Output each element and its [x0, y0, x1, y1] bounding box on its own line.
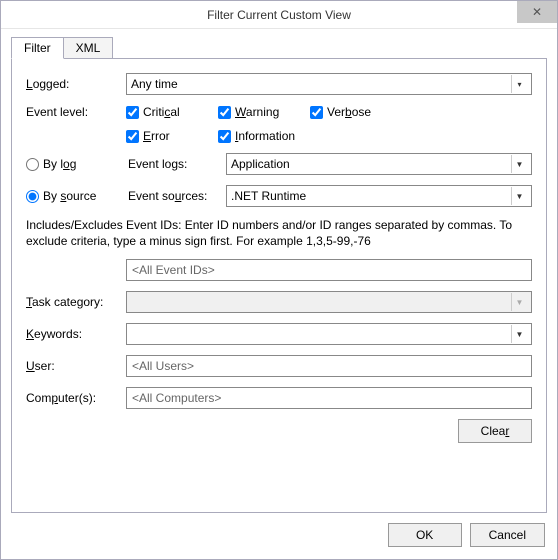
- event-ids-description: Includes/Excludes Event IDs: Enter ID nu…: [26, 217, 532, 249]
- computers-label: Computer(s):: [26, 391, 126, 405]
- event-logs-value: Application: [231, 157, 290, 171]
- by-source-radio[interactable]: [26, 190, 39, 203]
- logged-label: Logged:: [26, 77, 126, 91]
- critical-checkbox-wrap[interactable]: Critical: [126, 105, 204, 119]
- dialog-buttons: OK Cancel: [11, 513, 547, 549]
- information-checkbox[interactable]: [218, 130, 231, 143]
- window-title: Filter Current Custom View: [207, 8, 351, 22]
- error-checkbox-wrap[interactable]: Error: [126, 129, 204, 143]
- error-label: Error: [143, 129, 170, 143]
- verbose-label: Verbose: [327, 105, 371, 119]
- by-log-radio[interactable]: [26, 158, 39, 171]
- clear-button[interactable]: Clear: [458, 419, 532, 443]
- keywords-label: Keywords:: [26, 327, 126, 341]
- event-level-label: Event level:: [26, 105, 126, 119]
- critical-label: Critical: [143, 105, 180, 119]
- by-source-label: By source: [43, 189, 96, 203]
- information-checkbox-wrap[interactable]: Information: [218, 129, 296, 143]
- error-checkbox[interactable]: [126, 130, 139, 143]
- logged-value: Any time: [131, 77, 178, 91]
- tab-strip: Filter XML: [11, 37, 547, 59]
- event-sources-label: Event sources:: [126, 189, 226, 203]
- close-icon: ✕: [532, 5, 542, 19]
- chevron-down-icon: ▼: [511, 187, 527, 205]
- titlebar: Filter Current Custom View ✕: [1, 1, 557, 29]
- keywords-dropdown[interactable]: ▼: [126, 323, 532, 345]
- tab-xml[interactable]: XML: [63, 37, 114, 59]
- user-label: User:: [26, 359, 126, 373]
- warning-label: Warning: [235, 105, 279, 119]
- logged-dropdown[interactable]: Any time ▾: [126, 73, 532, 95]
- user-input[interactable]: [126, 355, 532, 377]
- event-ids-input[interactable]: [126, 259, 532, 281]
- critical-checkbox[interactable]: [126, 106, 139, 119]
- ok-button[interactable]: OK: [388, 523, 462, 547]
- filter-panel: Logged: Any time ▾ Event level: Critical: [11, 58, 547, 513]
- event-logs-dropdown[interactable]: Application ▼: [226, 153, 532, 175]
- event-logs-label: Event logs:: [126, 157, 226, 171]
- cancel-button[interactable]: Cancel: [470, 523, 545, 547]
- event-sources-value: .NET Runtime: [231, 189, 306, 203]
- tab-filter[interactable]: Filter: [11, 37, 64, 59]
- event-sources-dropdown[interactable]: .NET Runtime ▼: [226, 185, 532, 207]
- task-category-label: Task category:: [26, 295, 126, 309]
- chevron-down-icon: ▼: [511, 325, 527, 343]
- information-label: Information: [235, 129, 295, 143]
- verbose-checkbox-wrap[interactable]: Verbose: [310, 105, 388, 119]
- computers-input[interactable]: [126, 387, 532, 409]
- task-category-dropdown: ▼: [126, 291, 532, 313]
- chevron-down-icon: ▼: [511, 155, 527, 173]
- warning-checkbox-wrap[interactable]: Warning: [218, 105, 296, 119]
- dialog-window: Filter Current Custom View ✕ Filter XML …: [0, 0, 558, 560]
- chevron-down-icon: ▾: [511, 75, 527, 93]
- verbose-checkbox[interactable]: [310, 106, 323, 119]
- warning-checkbox[interactable]: [218, 106, 231, 119]
- by-log-label: By log: [43, 157, 76, 171]
- close-button[interactable]: ✕: [517, 1, 557, 23]
- content-area: Filter XML Logged: Any time ▾ Event leve…: [1, 29, 557, 559]
- chevron-down-icon: ▼: [511, 293, 527, 311]
